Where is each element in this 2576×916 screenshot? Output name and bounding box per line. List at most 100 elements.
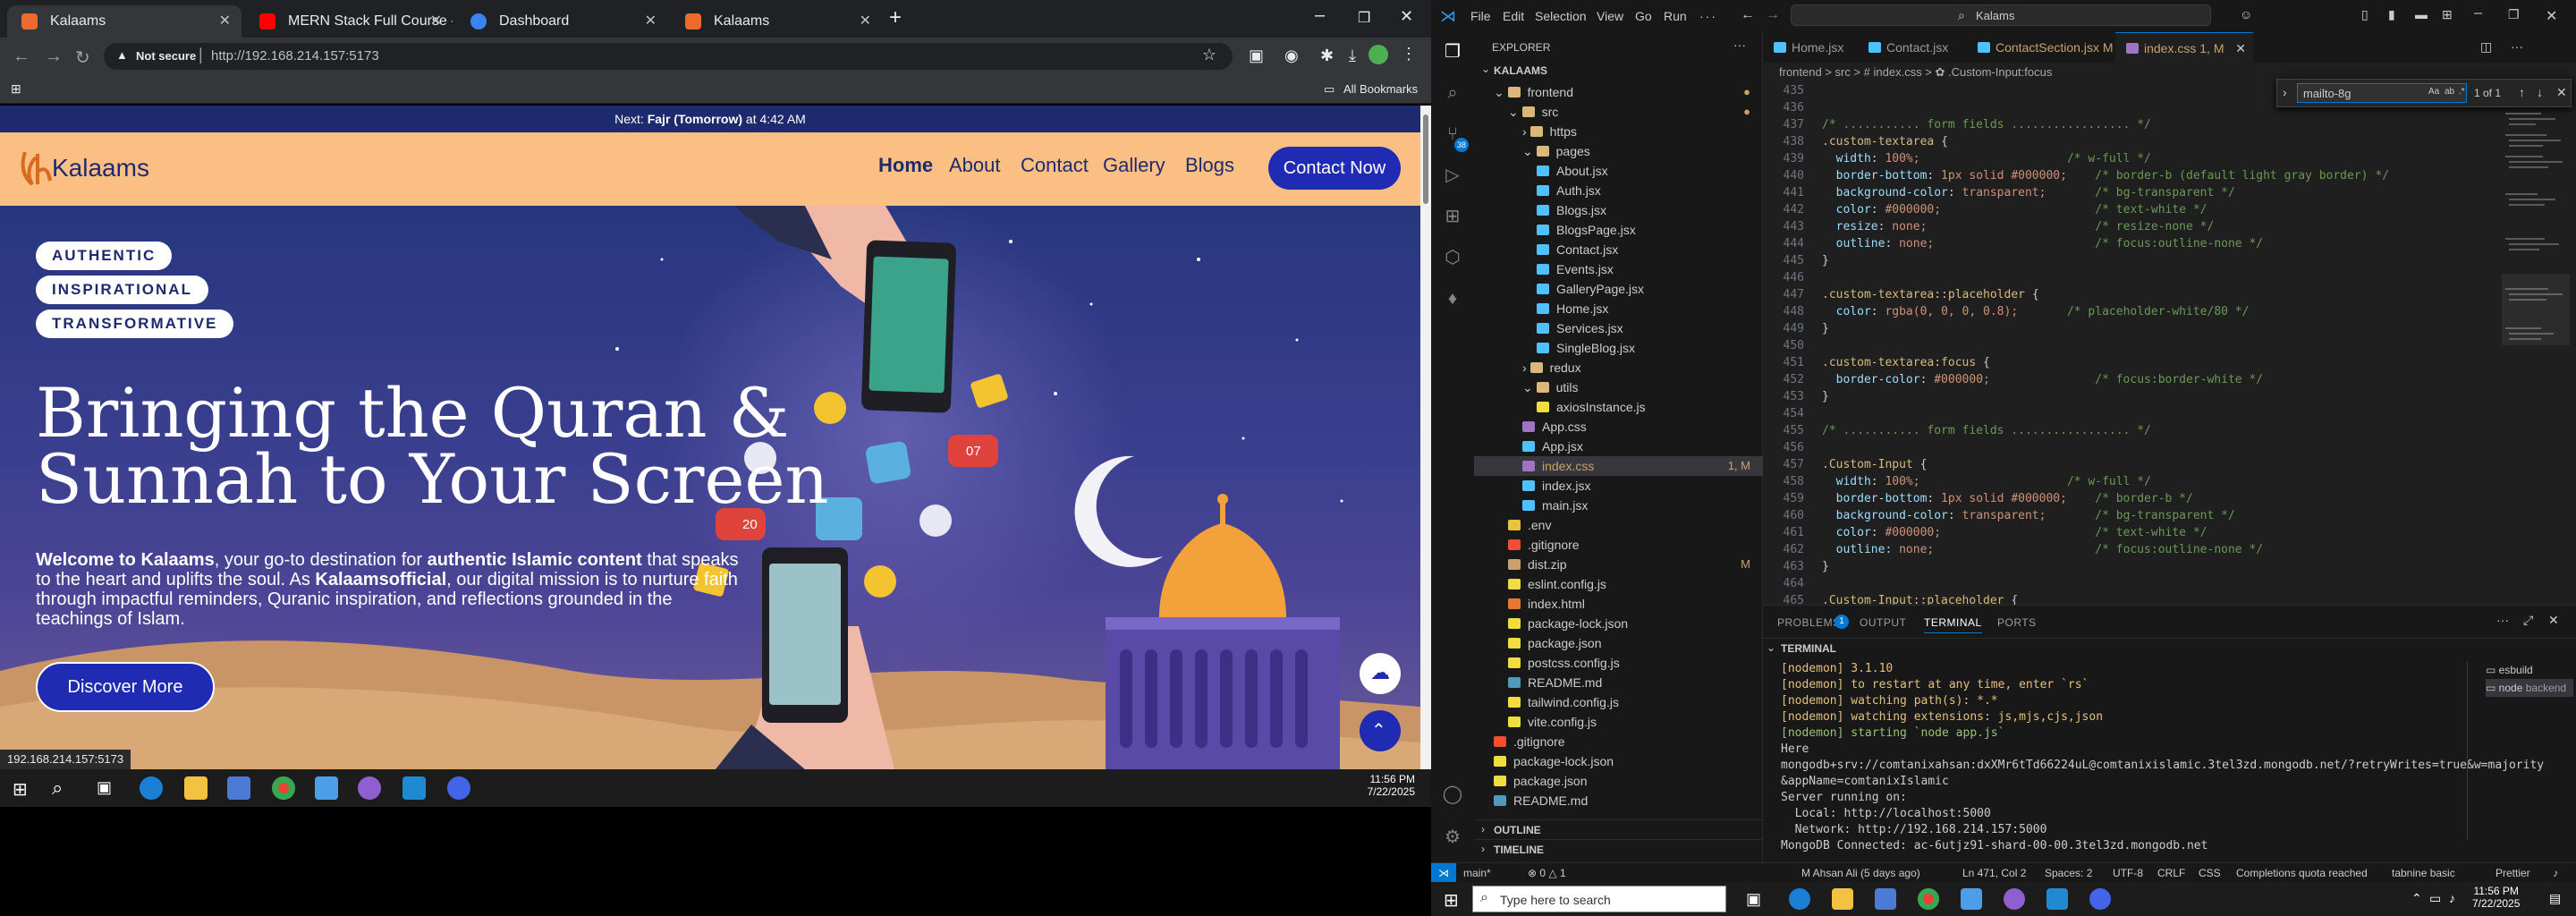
chrome-icon[interactable] xyxy=(1918,888,1939,910)
outline-section[interactable]: › OUTLINE xyxy=(1474,819,1763,839)
chat-bubble-button[interactable]: ☁ xyxy=(1360,653,1401,694)
task-view-icon[interactable]: ▣ xyxy=(97,778,112,797)
code-line[interactable]: 444 outline: none; /* focus:outline-none… xyxy=(1763,235,2576,252)
close-tab-icon[interactable]: ✕ xyxy=(430,5,442,38)
git-blame[interactable]: M Ahsan Ali (5 days ago) xyxy=(1801,863,1920,883)
chevron-right-icon[interactable]: › xyxy=(1522,360,1530,375)
tree-item[interactable]: README.md xyxy=(1474,673,1763,692)
git-branch[interactable]: main* xyxy=(1463,863,1491,883)
tree-item[interactable]: › redux xyxy=(1474,358,1763,377)
maximize-panel-icon[interactable]: ⤢ xyxy=(2523,613,2533,628)
nav-home[interactable]: Home xyxy=(878,154,933,177)
code-line[interactable]: 460 background-color: transparent; /* bg… xyxy=(1763,507,2576,524)
line-ending[interactable]: CRLF xyxy=(2157,863,2185,883)
code-line[interactable]: 455 /* ........... form fields ..........… xyxy=(1763,422,2576,439)
tree-item[interactable]: ⌄ pages xyxy=(1474,141,1763,161)
minimize-icon[interactable]: – xyxy=(2474,5,2482,21)
close-tab-icon[interactable]: ✕ xyxy=(2235,33,2246,64)
code-line[interactable]: 443 resize: none; /* resize-none */ xyxy=(1763,218,2576,235)
tree-item[interactable]: package.json xyxy=(1474,771,1763,791)
whole-word-icon[interactable]: ab xyxy=(2445,87,2454,97)
copilot-status[interactable]: Completions quota reached xyxy=(2236,863,2368,883)
menu-file[interactable]: File xyxy=(1470,9,1491,23)
nav-gallery[interactable]: Gallery xyxy=(1103,154,1165,177)
edge-icon[interactable] xyxy=(1789,888,1810,910)
vscode-icon[interactable] xyxy=(402,776,426,800)
close-find-icon[interactable]: ✕ xyxy=(2556,85,2567,100)
close-window-icon[interactable]: ✕ xyxy=(2546,7,2557,25)
tree-item[interactable]: .gitignore xyxy=(1474,535,1763,555)
code-line[interactable]: 453} xyxy=(1763,388,2576,405)
profile-sync-icon[interactable]: ◉ xyxy=(1284,47,1299,65)
terminal-session-esbuild[interactable]: ▭ esbuild frontend xyxy=(2486,661,2573,694)
minimize-icon[interactable]: – xyxy=(1315,5,1325,26)
tree-item[interactable]: SingleBlog.jsx xyxy=(1474,338,1763,358)
back-arrow-icon[interactable]: ← xyxy=(1741,7,1755,23)
site-logo-text[interactable]: Kalaams xyxy=(52,154,149,182)
chevron-down-icon[interactable]: ⌄ xyxy=(1481,63,1490,75)
vscode-alt-icon[interactable] xyxy=(1961,888,1982,910)
tree-item[interactable]: Events.jsx xyxy=(1474,259,1763,279)
code-line[interactable]: 461 color: #000000; /* text-white */ xyxy=(1763,524,2576,541)
extensions-icon[interactable]: ⊞ xyxy=(1442,206,1463,227)
find-input[interactable]: mailto-8g Aa ab .* xyxy=(2297,83,2467,103)
panel-tab-ports[interactable]: PORTS xyxy=(1997,616,2037,629)
code-line[interactable]: 442 color: #000000; /* text-white */ xyxy=(1763,201,2576,218)
address-bar[interactable]: ▲ Not secure | http://192.168.214.157:51… xyxy=(104,43,1233,70)
tree-item[interactable]: App.jsx xyxy=(1474,437,1763,456)
remote-indicator-icon[interactable]: ⋊ xyxy=(1431,863,1456,882)
store-icon[interactable] xyxy=(227,776,250,800)
notifications-icon[interactable]: ▤ xyxy=(2549,891,2561,906)
cursor-position[interactable]: Ln 471, Col 2 xyxy=(1962,863,2026,883)
code-line[interactable]: 450 xyxy=(1763,337,2576,354)
terminal-output[interactable]: [nodemon] 3.1.10 [nodemon] to restart at … xyxy=(1763,661,2544,852)
menu-view[interactable]: View xyxy=(1597,9,1623,23)
bell-icon[interactable]: ♪ xyxy=(2553,863,2558,883)
close-tab-icon[interactable]: ✕ xyxy=(860,5,871,38)
file-explorer-icon[interactable] xyxy=(184,776,208,800)
project-root[interactable]: KALAAMS xyxy=(1494,64,1547,77)
tree-item[interactable]: index.css 1, M xyxy=(1474,456,1763,476)
code-line[interactable]: 441 background-color: transparent; /* bg… xyxy=(1763,184,2576,201)
language-mode[interactable]: CSS xyxy=(2199,863,2221,883)
code-line[interactable]: 446 xyxy=(1763,269,2576,286)
close-panel-icon[interactable]: ✕ xyxy=(2548,613,2559,628)
indentation[interactable]: Spaces: 2 xyxy=(2045,863,2092,883)
github-desktop-icon[interactable] xyxy=(2004,888,2025,910)
encoding[interactable]: UTF-8 xyxy=(2113,863,2143,883)
code-line[interactable]: 462 outline: none; /* focus:outline-none… xyxy=(1763,541,2576,558)
layout-icon[interactable]: ▯ xyxy=(2361,7,2368,22)
windows-start-icon[interactable]: ⊞ xyxy=(1444,889,1459,912)
scroll-top-button[interactable]: ⌃ xyxy=(1360,710,1401,751)
tree-item[interactable]: .gitignore xyxy=(1474,732,1763,751)
toggle-sidebar-icon[interactable]: ▮ xyxy=(2388,7,2395,22)
search-icon[interactable]: ⌕ xyxy=(52,776,63,800)
volume-icon[interactable]: ♪ xyxy=(2449,891,2455,905)
problems-summary[interactable]: ⊗ 0 △ 1 xyxy=(1528,863,1566,883)
chrome-icon[interactable] xyxy=(272,776,295,800)
prettier-status[interactable]: Prettier xyxy=(2496,863,2530,883)
editor-tab-contactsection[interactable]: ContactSection.jsx M xyxy=(1967,32,2115,63)
tree-item[interactable]: About.jsx xyxy=(1474,161,1763,181)
windows-start-icon[interactable]: ⊞ xyxy=(13,778,28,801)
tree-item[interactable]: package.json xyxy=(1474,633,1763,653)
task-view-icon[interactable]: ▣ xyxy=(1746,890,1761,909)
tree-item[interactable]: ⌄ utils xyxy=(1474,377,1763,397)
windows-search-box[interactable]: ⌕ Type here to search xyxy=(1472,886,1726,912)
timeline-section[interactable]: › TIMELINE xyxy=(1474,839,1763,859)
code-line[interactable]: 458 width: 100%; /* w-full */ xyxy=(1763,473,2576,490)
tree-item[interactable]: Auth.jsx xyxy=(1474,181,1763,200)
nav-about[interactable]: About xyxy=(949,154,1001,177)
copilot-icon[interactable]: ☺ xyxy=(2240,7,2252,21)
code-line[interactable]: 464 xyxy=(1763,575,2576,592)
page-scrollbar[interactable] xyxy=(1420,106,1431,769)
tree-item[interactable]: axiosInstance.js xyxy=(1474,397,1763,417)
extensions-puzzle-icon[interactable]: ✱ xyxy=(1320,47,1334,65)
chevron-down-icon[interactable]: ⌄ xyxy=(1522,380,1537,394)
chevron-down-icon[interactable]: ⌄ xyxy=(1494,85,1508,99)
zoom-icon[interactable] xyxy=(447,776,470,800)
close-tab-icon[interactable]: ✕ xyxy=(645,5,657,38)
code-line[interactable]: 452 border-color: #000000; /* focus:bord… xyxy=(1763,371,2576,388)
editor-tab-index-css[interactable]: index.css 1, M ✕ xyxy=(2115,32,2253,63)
tree-item[interactable]: › https xyxy=(1474,122,1763,141)
